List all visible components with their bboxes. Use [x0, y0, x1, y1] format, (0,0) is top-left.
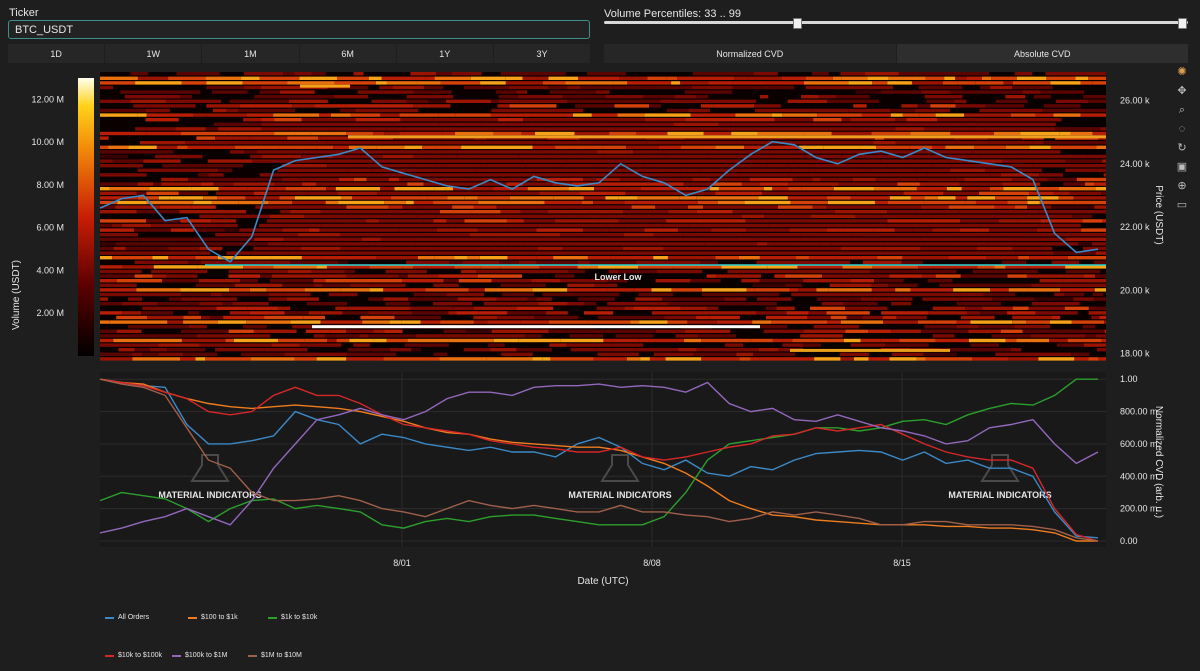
date-axis-title: Date (UTC)	[577, 576, 628, 587]
legend-item[interactable]: $100k to $1M	[172, 652, 227, 659]
price-axis-title: Price (USDT)	[1153, 185, 1164, 244]
heatmap-highlight-1	[348, 135, 1106, 139]
chart-toolbar: ✺ ✥ ⌕ ◌ ↻ ▣ ⊕ ▭	[1176, 66, 1190, 218]
cvd-plot	[100, 372, 1106, 547]
cvd-tick: 200.00 m	[1120, 504, 1158, 514]
rotate-icon[interactable]: ↻	[1176, 142, 1188, 154]
watermark-text: MATERIAL INDICATORS	[568, 490, 671, 500]
color-wheel-icon[interactable]: ✺	[1176, 66, 1188, 78]
legend-swatch	[105, 654, 114, 657]
lasso-icon[interactable]: ◌	[1176, 123, 1188, 135]
crosshair-icon[interactable]: ⊕	[1176, 180, 1188, 192]
zoom-icon[interactable]: ⌕	[1176, 104, 1188, 116]
price-tick: 18.00 k	[1120, 349, 1150, 359]
price-tick: 20.00 k	[1120, 285, 1150, 295]
watermark-text: MATERIAL INDICATORS	[948, 490, 1051, 500]
price-tick: 22.00 k	[1120, 222, 1150, 232]
colorbar-tick: 10.00 M	[31, 137, 64, 147]
chart-area: Lower Low 2.00 M 4.00 M 6.00 M 8.00 M 10.00 M…	[11, 72, 1164, 587]
legend-label: $100 to $1k	[201, 614, 238, 621]
date-tick: 8/08	[643, 558, 661, 568]
legend-item[interactable]: All Orders	[105, 614, 149, 621]
colorbar-title: Volume (USDT)	[11, 260, 22, 330]
heatmap-highlight-0	[312, 325, 760, 329]
save-icon[interactable]: ▣	[1176, 161, 1188, 173]
cvd-tick: 0.00	[1120, 536, 1138, 546]
comment-icon[interactable]: ▭	[1176, 199, 1188, 211]
heatmap-highlight-2	[300, 84, 350, 88]
colorbar-tick: 4.00 M	[36, 265, 64, 275]
legend-label: $1k to $10k	[281, 614, 318, 621]
legend-item[interactable]: $10k to $100k	[105, 652, 162, 659]
legend-item[interactable]: $1M to $10M	[248, 652, 302, 659]
pan-icon[interactable]: ✥	[1176, 85, 1188, 97]
legend-label: $10k to $100k	[118, 652, 162, 659]
cvd-tick: 400.00 m	[1120, 471, 1158, 481]
colorbar-tick: 12.00 M	[31, 94, 64, 104]
date-tick: 8/15	[893, 558, 911, 568]
legend-swatch	[268, 616, 277, 619]
watermark-text: MATERIAL INDICATORS	[158, 490, 261, 500]
legend-swatch	[248, 654, 257, 657]
lower-low-label: Lower Low	[595, 272, 643, 282]
colorbar	[78, 78, 94, 356]
legend-swatch	[172, 654, 181, 657]
date-tick: 8/01	[393, 558, 411, 568]
legend-label: $1M to $10M	[261, 652, 302, 659]
cvd-tick: 800.00 m	[1120, 407, 1158, 417]
heatmap-highlight-3	[790, 348, 950, 352]
legend-item[interactable]: $1k to $10k	[268, 614, 317, 621]
legend-swatch	[188, 616, 197, 619]
legend-label: $100k to $1M	[185, 652, 228, 659]
legend-item[interactable]: $100 to $1k	[188, 614, 238, 621]
legend-swatch	[105, 616, 114, 619]
colorbar-tick: 2.00 M	[36, 308, 64, 318]
cvd-axis-title: Normalized CVD (arb. u.)	[1153, 406, 1164, 518]
colorbar-tick: 6.00 M	[36, 223, 64, 233]
price-tick: 26.00 k	[1120, 95, 1150, 105]
colorbar-tick: 8.00 M	[36, 180, 64, 190]
price-tick: 24.00 k	[1120, 159, 1150, 169]
cvd-tick: 600.00 m	[1120, 439, 1158, 449]
cvd-tick: 1.00	[1120, 374, 1138, 384]
legend-label: All Orders	[118, 614, 150, 621]
